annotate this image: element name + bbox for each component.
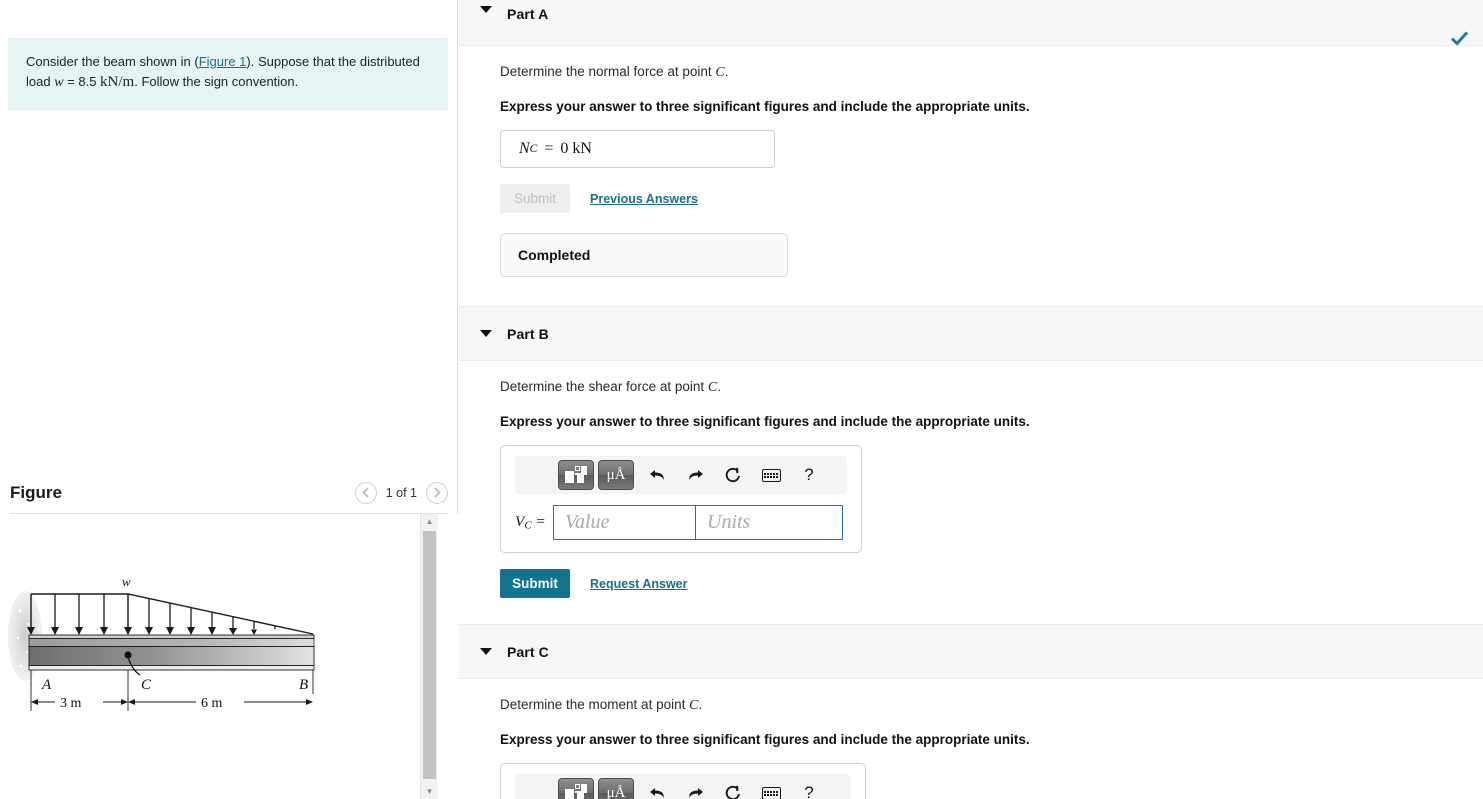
- part-b-prompt-text: Determine the shear force at point: [500, 379, 708, 394]
- part-a-answer-display: NC = 0 kN: [500, 130, 775, 168]
- part-b-prompt: Determine the shear force at point C.: [500, 379, 1483, 396]
- question-text-before: Consider the beam shown in (: [26, 54, 199, 69]
- micro-angstrom-units-icon[interactable]: μÅ: [598, 460, 634, 490]
- label-c: C: [141, 677, 152, 693]
- part-b-prompt-period: .: [717, 379, 721, 394]
- label-w: w: [122, 576, 131, 589]
- redo-icon[interactable]: [676, 778, 714, 799]
- collapse-caret-icon[interactable]: [480, 648, 492, 655]
- part-c-prompt-text: Determine the moment at point: [500, 697, 690, 712]
- part-c-header[interactable]: Part C: [459, 624, 1483, 679]
- part-b-title: Part B: [507, 325, 549, 342]
- part-a-prompt: Determine the normal force at point C.: [500, 64, 1483, 81]
- part-a-title: Part A: [507, 6, 549, 22]
- part-a-submit-button: Submit: [500, 184, 570, 213]
- part-a-feedback-text: Completed: [518, 247, 591, 263]
- part-b-body: Determine the shear force at point C. Ex…: [459, 361, 1483, 598]
- page-root: Consider the beam shown in (Figure 1). S…: [0, 0, 1483, 799]
- keyboard-icon[interactable]: [752, 778, 790, 799]
- figure-prev-button[interactable]: [354, 481, 377, 504]
- load-units: kN/m: [100, 73, 135, 90]
- left-panel: Consider the beam shown in (Figure 1). S…: [0, 0, 458, 799]
- part-b-answer-widget: μÅ ? VC = Value Units: [500, 445, 862, 553]
- scrollbar-thumb[interactable]: [423, 531, 436, 779]
- figure-1-link[interactable]: Figure 1: [199, 54, 247, 69]
- part-b-submit-button[interactable]: Submit: [500, 569, 570, 598]
- figure-panel-title: Figure: [10, 482, 62, 502]
- question-text: Consider the beam shown in (Figure 1). S…: [26, 53, 430, 94]
- help-icon[interactable]: ?: [790, 460, 828, 490]
- part-a-feedback-box: Completed: [500, 233, 788, 277]
- right-panel: Part A Determine the normal force at poi…: [459, 0, 1483, 799]
- part-c-title: Part C: [507, 643, 549, 660]
- part-b-value-input[interactable]: Value: [553, 505, 695, 540]
- part-b-answer-subscript: C: [524, 519, 532, 532]
- part-b-request-answer-link[interactable]: Request Answer: [590, 577, 687, 591]
- part-b-units-input[interactable]: Units: [695, 505, 843, 540]
- check-icon: [1450, 31, 1469, 46]
- part-b-math-toolbar: μÅ ?: [515, 456, 847, 494]
- scroll-down-arrow-icon[interactable]: ▼: [421, 784, 438, 799]
- question-equals: = 8.5: [63, 73, 101, 89]
- undo-icon[interactable]: [638, 778, 676, 799]
- part-a-answer-value: 0 kN: [560, 140, 592, 157]
- part-a-prompt-period: .: [724, 64, 729, 79]
- part-a-prompt-text: Determine the normal force at point: [500, 64, 716, 79]
- collapse-caret-icon[interactable]: [480, 6, 492, 13]
- part-a-answer-symbol: N: [519, 140, 530, 157]
- part-c-prompt: Determine the moment at point C.: [500, 697, 1483, 714]
- part-a-prompt-symbol: C: [715, 65, 725, 80]
- part-a-instruction: Express your answer to three significant…: [500, 99, 1030, 114]
- part-b-instruction: Express your answer to three significant…: [500, 414, 1030, 429]
- part-a-answer-subscript: C: [529, 143, 538, 155]
- part-b-input-row: VC = Value Units: [501, 505, 861, 540]
- collapse-caret-icon[interactable]: [480, 330, 492, 337]
- part-c-math-toolbar: μÅ ?: [515, 774, 851, 799]
- label-a: A: [41, 677, 52, 693]
- redo-icon[interactable]: [676, 460, 714, 490]
- math-template-icon[interactable]: [558, 778, 594, 799]
- part-b-answer-label: VC =: [501, 514, 553, 532]
- figure-header: Figure 1 of 1: [10, 472, 448, 514]
- figure-scrollbar[interactable]: ▲ ▼: [420, 514, 438, 799]
- part-a-header[interactable]: Part A: [459, 0, 1483, 46]
- dimension-3m: 3 m: [60, 696, 82, 711]
- part-c-answer-widget: μÅ ?: [500, 763, 866, 799]
- load-symbol-w: w: [54, 74, 64, 90]
- reset-icon[interactable]: [714, 460, 752, 490]
- part-c-prompt-period: .: [698, 697, 703, 712]
- math-template-icon[interactable]: [558, 460, 594, 490]
- micro-angstrom-units-icon[interactable]: μÅ: [598, 778, 634, 799]
- dimension-6m: 6 m: [201, 696, 223, 711]
- question-tail: . Follow the sign convention.: [134, 73, 299, 89]
- part-a-equals: =: [544, 140, 554, 157]
- beam-diagram: A C B w 3 m 6 m: [8, 576, 315, 711]
- part-c-body: Determine the moment at point C. Express…: [459, 679, 1483, 799]
- help-icon[interactable]: ?: [790, 778, 828, 799]
- label-b: B: [299, 677, 308, 693]
- part-b-equals: =: [536, 513, 545, 530]
- part-a-previous-answers-link[interactable]: Previous Answers: [590, 192, 698, 206]
- figure-body: A C B w 3 m 6 m ▲ ▼: [0, 514, 458, 799]
- figure-pager: 1 of 1: [354, 481, 448, 504]
- part-a-body: Determine the normal force at point C. E…: [459, 46, 1483, 277]
- part-b-prompt-symbol: C: [707, 380, 718, 395]
- reset-icon[interactable]: [714, 778, 752, 799]
- part-c-instruction: Express your answer to three significant…: [500, 732, 1030, 747]
- part-b-answer-symbol: V: [515, 513, 525, 530]
- part-b-actions: Submit Request Answer: [500, 569, 1483, 598]
- question-statement-box: Consider the beam shown in (Figure 1). S…: [8, 38, 448, 110]
- figure-counter: 1 of 1: [385, 485, 417, 500]
- part-a-actions: Submit Previous Answers: [500, 184, 1483, 213]
- figure-next-button[interactable]: [426, 481, 448, 504]
- keyboard-icon[interactable]: [752, 460, 790, 490]
- chevron-right-icon: [433, 487, 441, 498]
- undo-icon[interactable]: [638, 460, 676, 490]
- scroll-up-arrow-icon[interactable]: ▲: [421, 514, 438, 529]
- part-a-status-badge: [1450, 31, 1469, 51]
- chevron-left-icon: [362, 487, 369, 498]
- part-b-header[interactable]: Part B: [459, 306, 1483, 361]
